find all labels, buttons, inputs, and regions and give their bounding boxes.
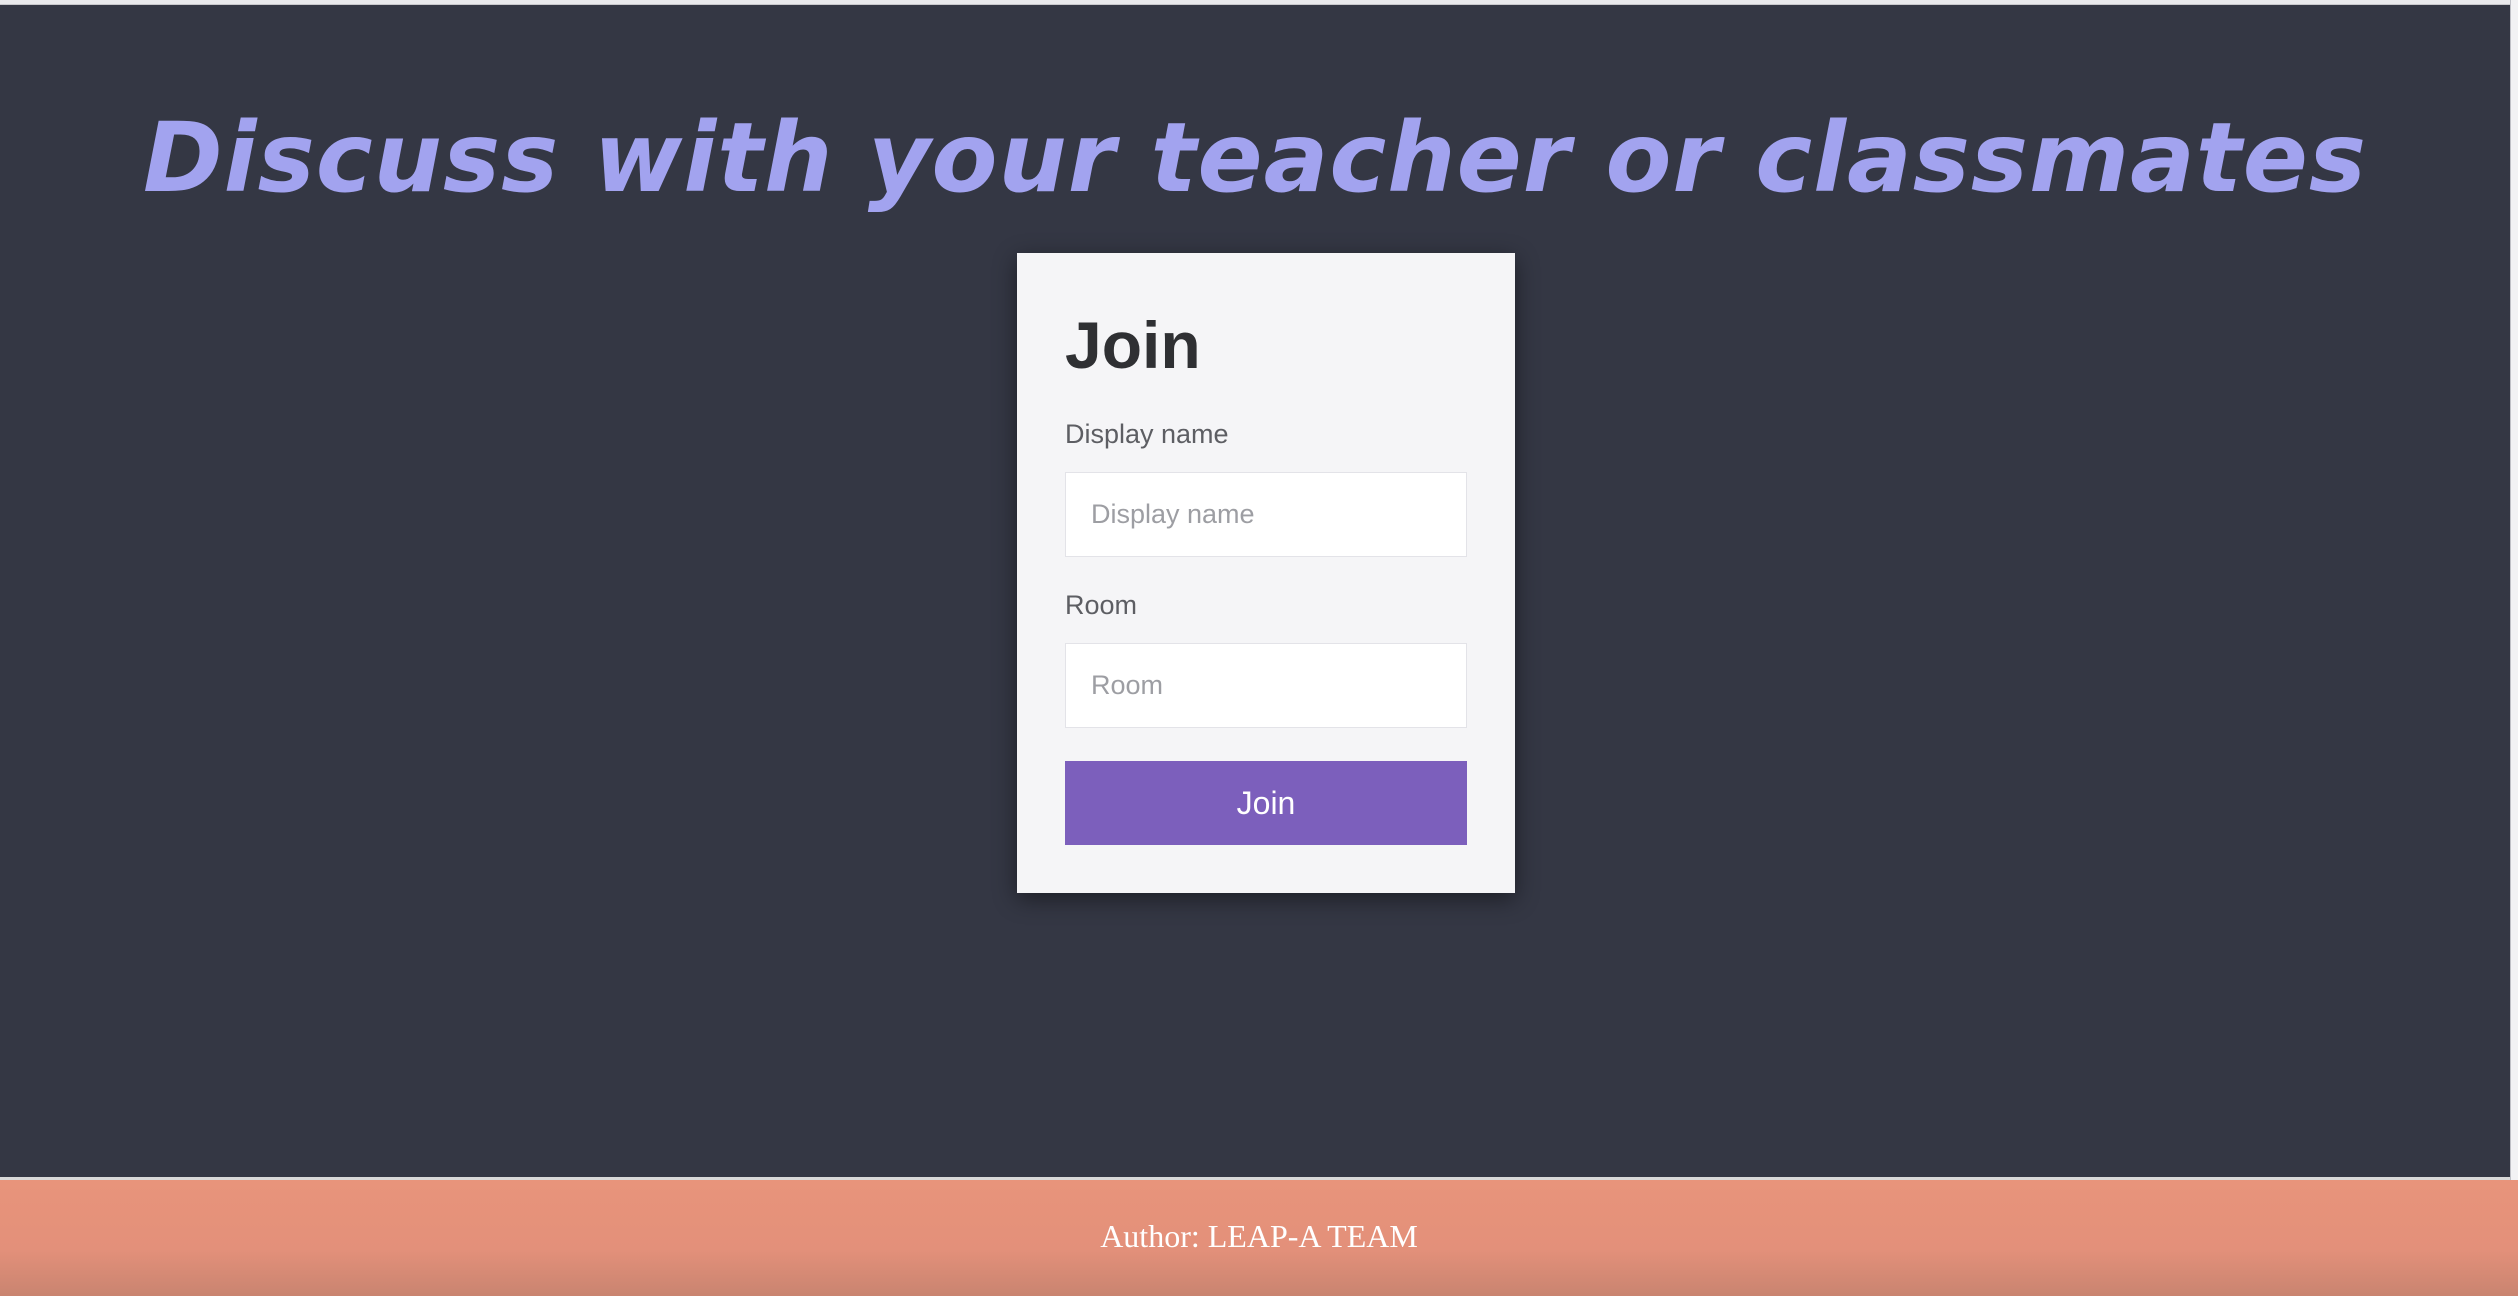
window-right-edge: [2510, 0, 2518, 1180]
room-label: Room: [1065, 590, 1138, 620]
main-area: Discuss with your teacher or classmates …: [0, 5, 2510, 1177]
join-button[interactable]: Join: [1065, 761, 1467, 845]
display-name-label: Display name: [1065, 419, 1229, 449]
footer: Author: LEAP-A TEAM: [0, 1180, 2518, 1296]
display-name-input[interactable]: [1065, 472, 1467, 557]
room-input[interactable]: [1065, 643, 1467, 728]
page: Discuss with your teacher or classmates …: [0, 0, 2518, 1296]
join-title: Join: [1065, 308, 1201, 382]
footer-author-text: Author: LEAP-A TEAM: [1100, 1218, 1418, 1254]
page-headline: Discuss with your teacher or classmates: [142, 102, 2368, 214]
join-card: Join Display name Room Join: [1017, 253, 1515, 893]
